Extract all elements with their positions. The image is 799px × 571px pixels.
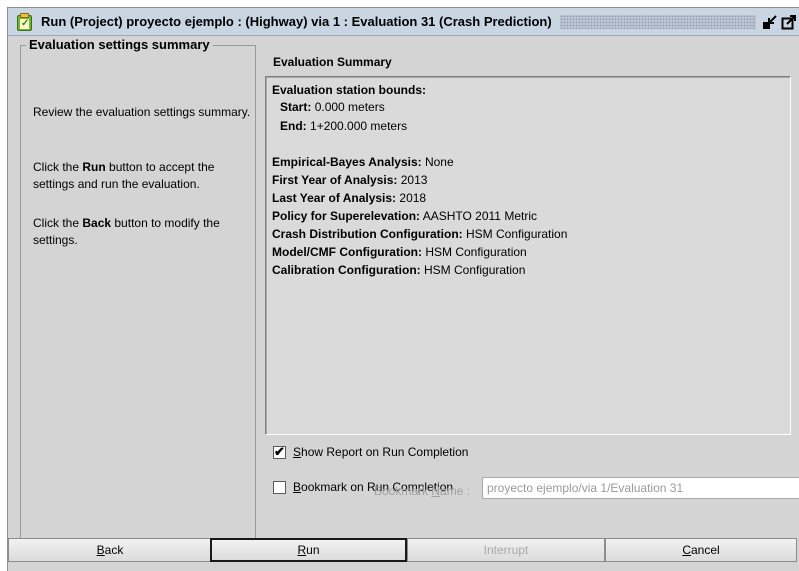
- run-button[interactable]: Run: [210, 538, 407, 562]
- instructions-back: Click the Back button to modify the sett…: [33, 216, 220, 247]
- interrupt-button[interactable]: Interrupt: [407, 538, 605, 562]
- bookmark-name-field[interactable]: proyecto ejemplo/via 1/Evaluation 31: [482, 477, 799, 499]
- summary-row: Model/CMF Configuration: HSM Configurati…: [272, 245, 527, 259]
- title-bar[interactable]: ✓ Run (Project) proyecto ejemplo : (High…: [8, 8, 799, 36]
- summary-row: First Year of Analysis: 2013: [272, 173, 428, 187]
- title-grip: [559, 14, 756, 29]
- instructions-review: Review the evaluation settings summary.: [33, 105, 251, 119]
- bookmark-checkbox[interactable]: [273, 480, 286, 494]
- summary-row: Empirical-Bayes Analysis: None: [272, 155, 454, 169]
- button-bar: Back Run Interrupt Cancel: [7, 538, 799, 562]
- summary-row: Policy for Superelevation: AASHTO 2011 M…: [272, 209, 537, 223]
- maximize-icon[interactable]: [781, 14, 797, 30]
- show-report-label[interactable]: Show Report on Run Completion: [293, 445, 468, 459]
- start-bound: Start: 0.000 meters: [280, 100, 385, 114]
- summary-row: Calibration Configuration: HSM Configura…: [272, 263, 526, 277]
- show-report-checkbox[interactable]: ✔: [273, 443, 286, 459]
- bookmark-name-label: Bookmark Name :: [374, 484, 471, 498]
- clipboard-check-icon: ✓: [16, 12, 33, 31]
- minimize-icon[interactable]: [762, 14, 778, 30]
- cancel-button[interactable]: Cancel: [605, 538, 797, 562]
- checkmark-icon: ✔: [274, 443, 285, 459]
- window-title: Run (Project) proyecto ejemplo : (Highwa…: [41, 14, 552, 29]
- show-report-option[interactable]: ✔ Show Report on Run Completion: [273, 443, 468, 459]
- back-button[interactable]: Back: [8, 538, 212, 562]
- instructions-run: Click the Run button to accept the setti…: [33, 160, 215, 191]
- bounds-heading: Evaluation station bounds:: [272, 83, 427, 97]
- dialog-window: ✓ Run (Project) proyecto ejemplo : (High…: [7, 7, 799, 571]
- panel-heading: Evaluation settings summary: [26, 37, 213, 52]
- summary-row: Last Year of Analysis: 2018: [272, 191, 427, 205]
- settings-summary-panel: Evaluation settings summary Review the e…: [20, 37, 256, 549]
- end-bound: End: 1+200.000 meters: [280, 119, 408, 133]
- summary-row: Crash Distribution Configuration: HSM Co…: [272, 227, 568, 241]
- summary-header: Evaluation Summary: [273, 55, 392, 69]
- summary-text-area[interactable]: Evaluation station bounds: Start: 0.000 …: [265, 76, 791, 435]
